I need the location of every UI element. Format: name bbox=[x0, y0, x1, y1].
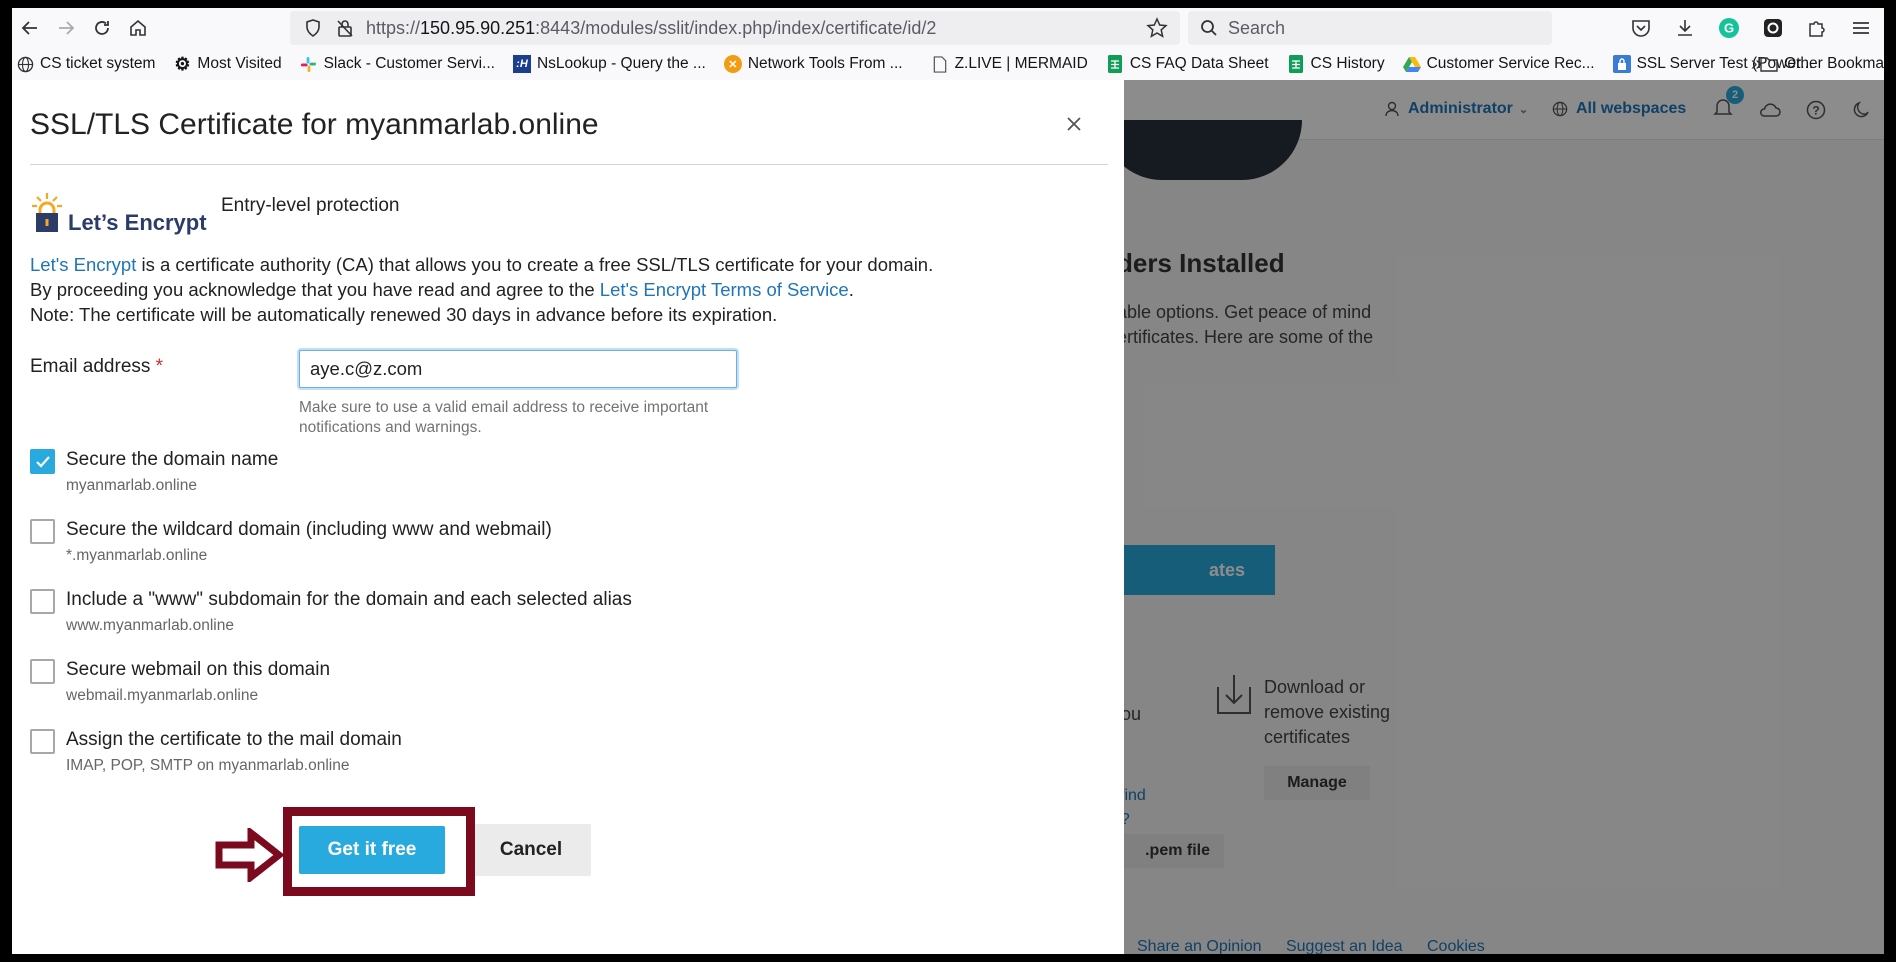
screen: https://150.95.90.251:8443/modules/sslit… bbox=[12, 8, 1884, 954]
dialog-title: SSL/TLS Certificate for myanmarlab.onlin… bbox=[30, 108, 599, 141]
bookmark-slack[interactable]: Slack - Customer Servi... bbox=[300, 55, 495, 73]
pocket-icon[interactable] bbox=[1626, 13, 1656, 43]
mail-domain-checkbox[interactable] bbox=[30, 729, 55, 754]
home-button[interactable] bbox=[120, 10, 156, 46]
search-icon bbox=[1201, 20, 1217, 36]
lock-icon bbox=[1612, 55, 1631, 73]
search-bar[interactable]: Search bbox=[1188, 11, 1552, 45]
shield-icon bbox=[302, 17, 324, 39]
extension-icon[interactable] bbox=[1758, 13, 1788, 43]
browser-right-tools: G bbox=[1626, 11, 1876, 45]
www-checkbox[interactable] bbox=[30, 589, 55, 614]
folder-icon bbox=[1760, 56, 1778, 72]
arrow-right-icon bbox=[59, 21, 75, 35]
description-line: Let's Encrypt is a certificate authority… bbox=[30, 254, 934, 275]
arrow-left-icon bbox=[21, 21, 37, 35]
reload-icon bbox=[95, 21, 109, 35]
required-mark: * bbox=[155, 356, 164, 377]
secure-domain-checkbox[interactable] bbox=[30, 449, 55, 474]
webmail-checkbox[interactable] bbox=[30, 659, 55, 684]
lets-encrypt-logo: Let’s Encrypt bbox=[30, 192, 216, 240]
cancel-button[interactable]: Cancel bbox=[471, 824, 591, 876]
provider-title: Entry-level protection bbox=[221, 195, 400, 216]
menu-icon[interactable] bbox=[1846, 13, 1876, 43]
email-field[interactable] bbox=[299, 350, 737, 388]
option-sublabel: IMAP, POP, SMTP on myanmarlab.online bbox=[66, 757, 350, 774]
logo-wordmark: Let’s Encrypt bbox=[68, 210, 207, 235]
bookmark-network-tools[interactable]: ✕ Network Tools From ... bbox=[723, 55, 903, 73]
option-sublabel: *.myanmarlab.online bbox=[66, 547, 208, 564]
browser-toolbar: https://150.95.90.251:8443/modules/sslit… bbox=[12, 8, 1884, 48]
extensions-puzzle-icon[interactable] bbox=[1802, 13, 1832, 43]
option-label: Secure webmail on this domain bbox=[66, 659, 331, 680]
close-icon bbox=[1067, 117, 1081, 131]
url-bar[interactable]: https://150.95.90.251:8443/modules/sslit… bbox=[290, 11, 1180, 45]
url-text: https://150.95.90.251:8443/modules/sslit… bbox=[366, 17, 937, 38]
sheets-icon bbox=[1106, 55, 1124, 73]
bookmark-zlive[interactable]: Z.LIVE | MERMAID bbox=[931, 55, 1088, 73]
option-sublabel: myanmarlab.online bbox=[66, 477, 197, 494]
reload-button[interactable] bbox=[84, 10, 120, 46]
description-line: By proceeding you acknowledge that you h… bbox=[30, 279, 854, 300]
bookmark-customer-service[interactable]: Customer Service Rec... bbox=[1402, 55, 1595, 73]
search-placeholder: Search bbox=[1228, 17, 1286, 38]
terms-of-service-link[interactable]: Let's Encrypt Terms of Service bbox=[600, 279, 849, 300]
bookmark-cs-faq[interactable]: CS FAQ Data Sheet bbox=[1106, 55, 1269, 73]
nslookup-icon: :H bbox=[512, 55, 531, 73]
option-sublabel: webmail.myanmarlab.online bbox=[66, 687, 259, 704]
description-line: Note: The certificate will be automatica… bbox=[30, 304, 778, 325]
bookmarks-bar: CS ticket system ⚙ Most Visited Slack - … bbox=[12, 48, 1884, 80]
wildcard-checkbox[interactable] bbox=[30, 519, 55, 544]
globe-icon bbox=[16, 55, 34, 73]
slack-icon bbox=[300, 55, 318, 73]
drive-icon bbox=[1402, 55, 1421, 73]
highlight-box bbox=[283, 807, 475, 896]
back-button[interactable] bbox=[12, 10, 48, 46]
option-label: Include a "www" subdomain for the domain… bbox=[66, 589, 632, 610]
home-icon bbox=[130, 19, 146, 36]
svg-text:G: G bbox=[1724, 21, 1734, 36]
option-sublabel: www.myanmarlab.online bbox=[66, 617, 234, 634]
insecure-lock-icon[interactable] bbox=[334, 17, 356, 39]
gear-icon: ⚙ bbox=[174, 53, 191, 74]
check-icon bbox=[36, 456, 50, 468]
highlight-arrow-icon bbox=[215, 828, 285, 882]
dialog-divider bbox=[30, 164, 1108, 165]
option-label: Assign the certificate to the mail domai… bbox=[66, 729, 402, 750]
close-button[interactable] bbox=[1062, 112, 1086, 136]
ssl-certificate-dialog: SSL/TLS Certificate for myanmarlab.onlin… bbox=[12, 80, 1124, 954]
bookmark-star-icon[interactable] bbox=[1146, 17, 1168, 44]
forward-button[interactable] bbox=[48, 10, 84, 46]
network-tools-icon: ✕ bbox=[723, 55, 742, 73]
download-icon[interactable] bbox=[1670, 13, 1700, 43]
option-label: Secure the wildcard domain (including ww… bbox=[66, 519, 552, 540]
bookmark-cs-history[interactable]: CS History bbox=[1287, 55, 1385, 73]
bookmark-cs-ticket[interactable]: CS ticket system bbox=[16, 55, 155, 73]
sheets-icon bbox=[1287, 55, 1305, 73]
email-label: Email address * bbox=[30, 356, 164, 377]
other-bookmarks[interactable]: Other Bookma bbox=[1760, 48, 1884, 80]
option-label: Secure the domain name bbox=[66, 449, 279, 470]
email-hint: Make sure to use a valid email address t… bbox=[299, 399, 709, 436]
doc-icon bbox=[931, 55, 949, 73]
lets-encrypt-link[interactable]: Let's Encrypt bbox=[30, 254, 136, 275]
grammarly-icon[interactable]: G bbox=[1714, 13, 1744, 43]
bookmark-nslookup[interactable]: :H NsLookup - Query the ... bbox=[512, 55, 706, 73]
bookmark-most-visited[interactable]: ⚙ Most Visited bbox=[173, 53, 281, 74]
